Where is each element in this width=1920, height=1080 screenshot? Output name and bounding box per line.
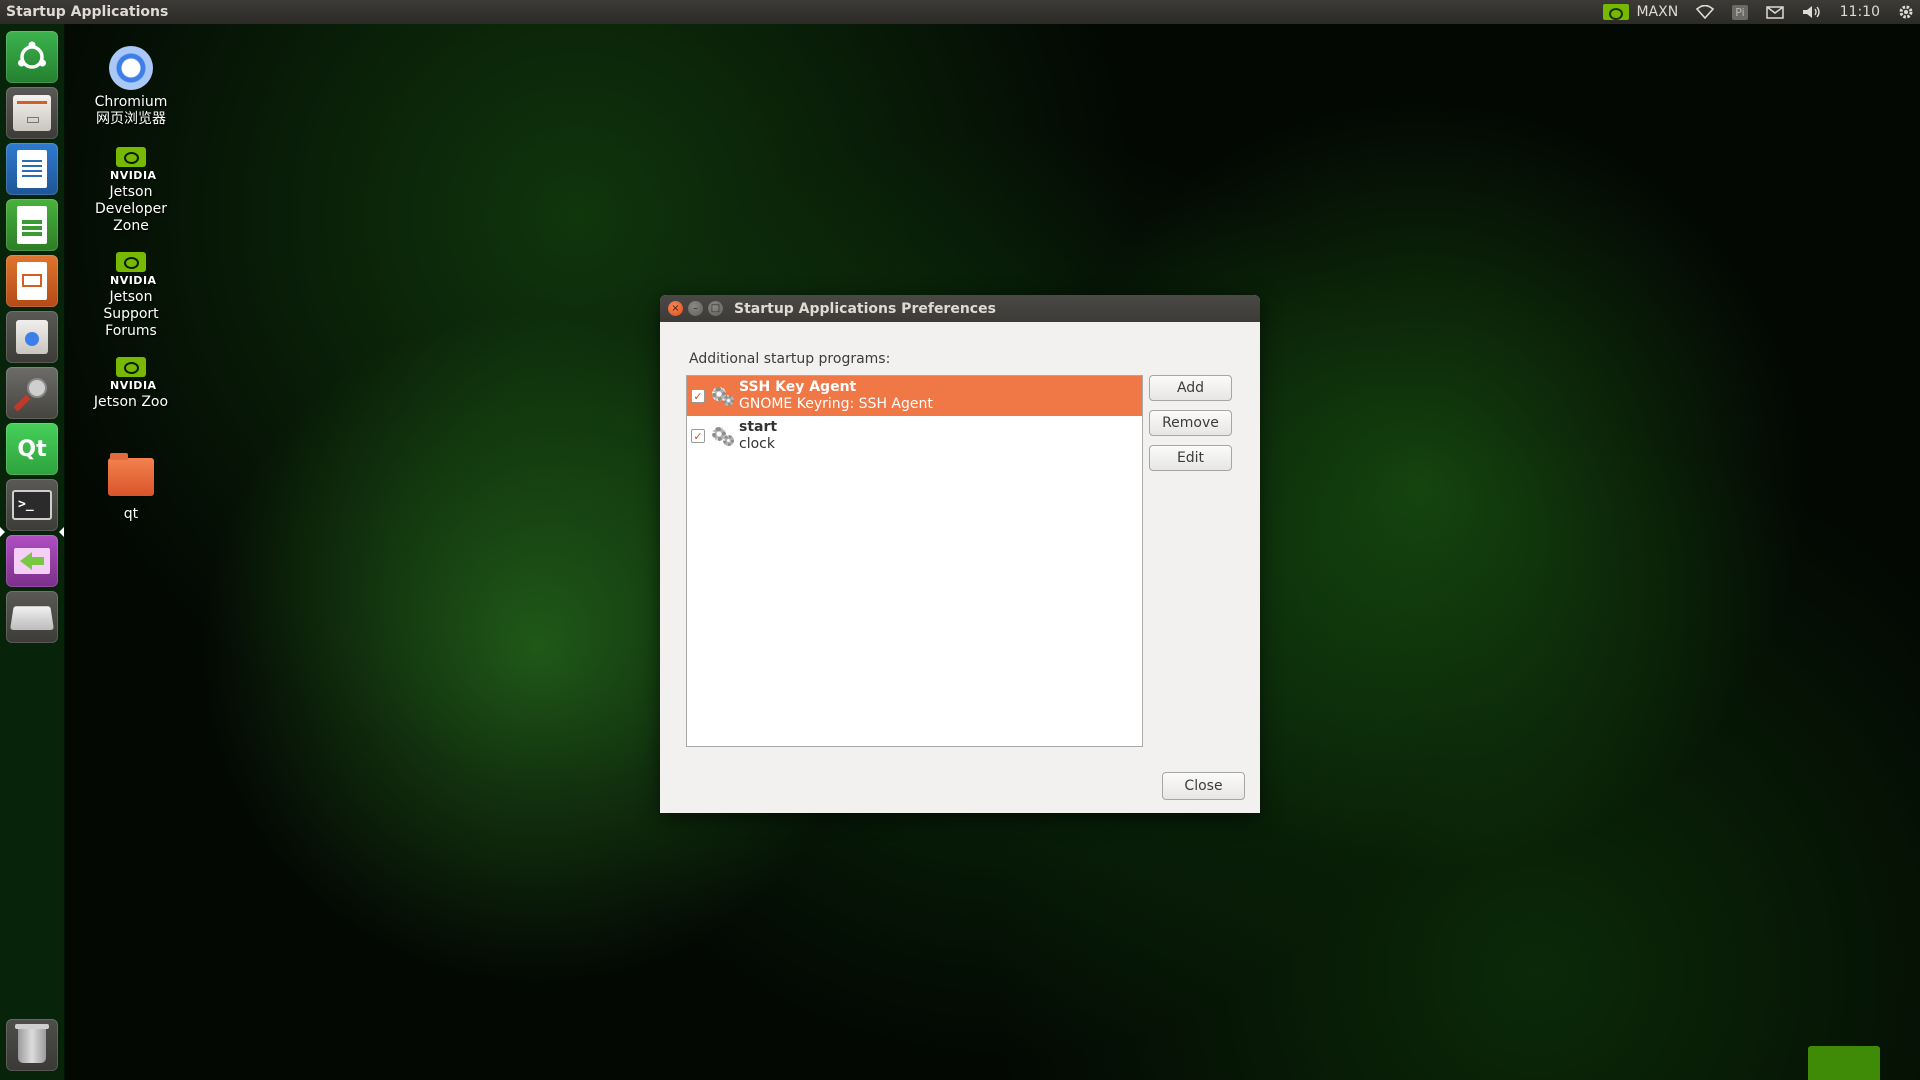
nvidia-watermark-icon [1808,1046,1880,1080]
tools-icon [13,378,47,412]
minimize-icon: – [693,302,698,314]
ubuntu-logo-icon [18,41,46,69]
window-close-button[interactable]: × [668,301,683,316]
wifi-icon [1696,5,1715,19]
close-button[interactable]: Close [1162,772,1245,800]
folder-icon [108,453,154,496]
mail-icon [1765,5,1784,19]
maximize-icon: □ [710,302,721,314]
remove-button[interactable]: Remove [1149,410,1232,436]
clock-label: 11:10 [1839,4,1880,20]
impress-icon [17,262,47,300]
desktop-icon-jetson-zoo[interactable]: NVIDIA Jetson Zoo [76,357,186,411]
add-button[interactable]: Add [1149,375,1232,401]
trash-icon [15,1024,49,1063]
close-icon: × [671,302,680,314]
launcher-dash[interactable] [6,31,58,83]
clock-indicator[interactable]: 11:10 [1831,0,1889,24]
volume-icon [1802,6,1820,18]
edit-button[interactable]: Edit [1149,445,1232,471]
launcher-files[interactable] [6,87,58,139]
messaging-indicator[interactable] [1757,0,1793,24]
focused-app-arrow-right [59,527,64,537]
dialog-titlebar[interactable]: × – □ Startup Applications Preferences [660,295,1260,322]
drive-icon [9,606,55,630]
nvidia-icon: NVIDIA [110,252,156,289]
desktop-icon-label: Jetson Zoo [93,394,169,410]
session-indicator[interactable] [1889,0,1920,24]
active-app-title: Startup Applications [6,4,169,20]
program-description: clock [739,436,775,452]
nvidia-icon [1603,4,1630,20]
gears-icon [710,423,736,449]
launcher-writer[interactable] [6,143,58,195]
desktop-icon-label: Chromium 网页浏览器 [94,94,168,127]
pi-indicator[interactable]: Pi [1723,0,1756,24]
indicator-area: MAXN Pi 11:10 [1594,0,1920,24]
list-item[interactable]: ✓ start clock [687,416,1142,456]
launcher-software-center[interactable] [6,311,58,363]
launcher-trash[interactable] [6,1019,58,1071]
launcher-startup-applications[interactable] [6,535,58,587]
settings-gear-icon [1899,5,1913,19]
desktop-icon-qt-folder[interactable]: qt [76,453,186,523]
list-item[interactable]: ✓ SSH Key Agent GNOME Keyring: SSH Agent [687,376,1142,416]
calc-icon [17,206,47,244]
file-cabinet-icon [13,95,51,131]
program-name: start [739,419,778,435]
chromium-icon [109,46,153,90]
pi-badge: Pi [1732,4,1748,20]
desktop-icon-label: qt [123,506,139,522]
launcher: Qt >_ [0,24,65,1080]
terminal-icon: >_ [12,490,52,520]
enabled-checkbox[interactable]: ✓ [691,389,705,403]
program-description: GNOME Keyring: SSH Agent [739,396,933,412]
launcher-system-settings[interactable] [6,367,58,419]
desktop-icon-chromium[interactable]: Chromium 网页浏览器 [76,46,186,128]
startup-arrow-icon [14,548,50,574]
nvidia-icon: NVIDIA [110,147,156,184]
desktop-icon-jetson-developer-zone[interactable]: NVIDIA Jetson Developer Zone [76,147,186,235]
shopping-bag-icon [16,320,48,354]
launcher-impress[interactable] [6,255,58,307]
launcher-qt-creator[interactable]: Qt [6,423,58,475]
top-panel: Startup Applications MAXN Pi 11:10 [0,0,1920,24]
dialog-title: Startup Applications Preferences [734,300,996,317]
qt-icon: Qt [17,436,47,462]
desktop-icon-jetson-support-forums[interactable]: NVIDIA Jetson Support Forums [76,252,186,340]
launcher-terminal[interactable]: >_ [6,479,58,531]
desktop-icon-label: Jetson Support Forums [103,289,159,339]
launcher-removable-drive[interactable] [6,591,58,643]
gears-icon [710,383,736,409]
program-name: SSH Key Agent [739,379,857,395]
nvidia-icon: NVIDIA [110,357,156,394]
sound-indicator[interactable] [1793,0,1831,24]
startup-applications-dialog: × – □ Startup Applications Preferences A… [660,295,1260,813]
writer-icon [17,150,47,188]
enabled-checkbox[interactable]: ✓ [691,429,705,443]
window-minimize-button[interactable]: – [688,301,703,316]
power-mode-label: MAXN [1636,4,1679,20]
window-maximize-button[interactable]: □ [708,301,723,316]
desktop-icon-label: Jetson Developer Zone [94,184,167,234]
network-indicator[interactable] [1687,0,1723,24]
active-app-arrow-left [0,527,5,537]
section-label: Additional startup programs: [689,351,891,367]
startup-programs-list[interactable]: ✓ SSH Key Agent GNOME Keyring: SSH Agent… [686,375,1143,747]
launcher-calc[interactable] [6,199,58,251]
nvidia-power-indicator[interactable]: MAXN [1594,0,1687,24]
